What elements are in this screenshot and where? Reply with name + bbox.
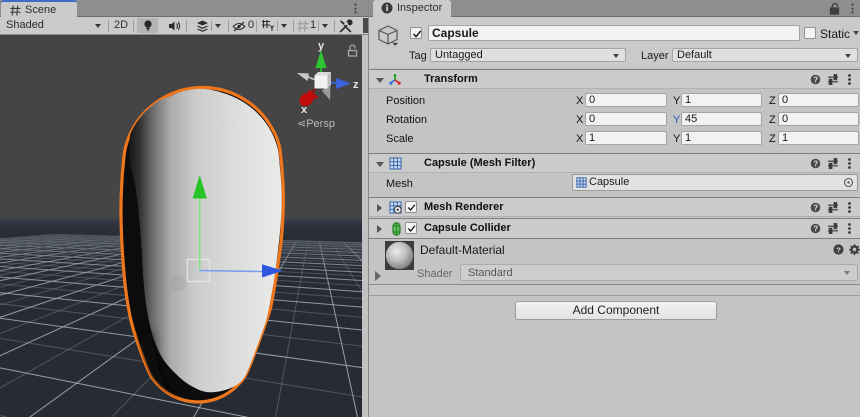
svg-text:?: ? xyxy=(813,224,818,233)
svg-text:?: ? xyxy=(813,203,818,212)
svg-text:?: ? xyxy=(836,245,841,254)
svg-text:y: y xyxy=(318,40,325,52)
svg-text:?: ? xyxy=(813,75,818,84)
svg-text:x: x xyxy=(301,104,308,116)
svg-text:⋖Persp: ⋖Persp xyxy=(297,118,335,130)
svg-text:?: ? xyxy=(813,159,818,168)
svg-text:z: z xyxy=(353,79,359,91)
